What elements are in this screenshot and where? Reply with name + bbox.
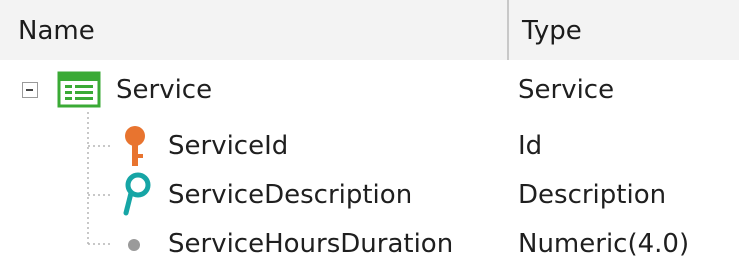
tree-item-label: ServiceId [168, 131, 289, 161]
column-header-name[interactable]: Name [18, 0, 95, 60]
transaction-table-icon [57, 69, 101, 113]
tree-row-child[interactable]: ServiceHoursDuration Numeric(4.0) [0, 216, 739, 272]
tree-item-label: Service [116, 75, 213, 105]
column-header-row: Name Type [0, 0, 739, 60]
tree-row-child[interactable]: ServiceId Id [0, 118, 739, 174]
tree-item-type: Numeric(4.0) [518, 229, 690, 259]
column-header-type[interactable]: Type [522, 0, 582, 60]
column-divider[interactable] [507, 0, 509, 60]
tree-item-label: ServiceDescription [168, 180, 413, 210]
tree-item-type: Service [518, 75, 615, 105]
tree-item-type: Id [518, 131, 543, 161]
collapse-toggle[interactable] [22, 82, 38, 98]
attribute-dot-icon [127, 237, 141, 256]
tree-row-child[interactable]: ServiceDescription Description [0, 167, 739, 223]
tree-row-root[interactable]: Service Service [0, 62, 739, 118]
tree-item-type: Description [518, 180, 667, 210]
tree-item-label: ServiceHoursDuration [168, 229, 454, 259]
attribute-tree-grid: Name Type Service Service ServiceId Id S… [0, 0, 739, 278]
